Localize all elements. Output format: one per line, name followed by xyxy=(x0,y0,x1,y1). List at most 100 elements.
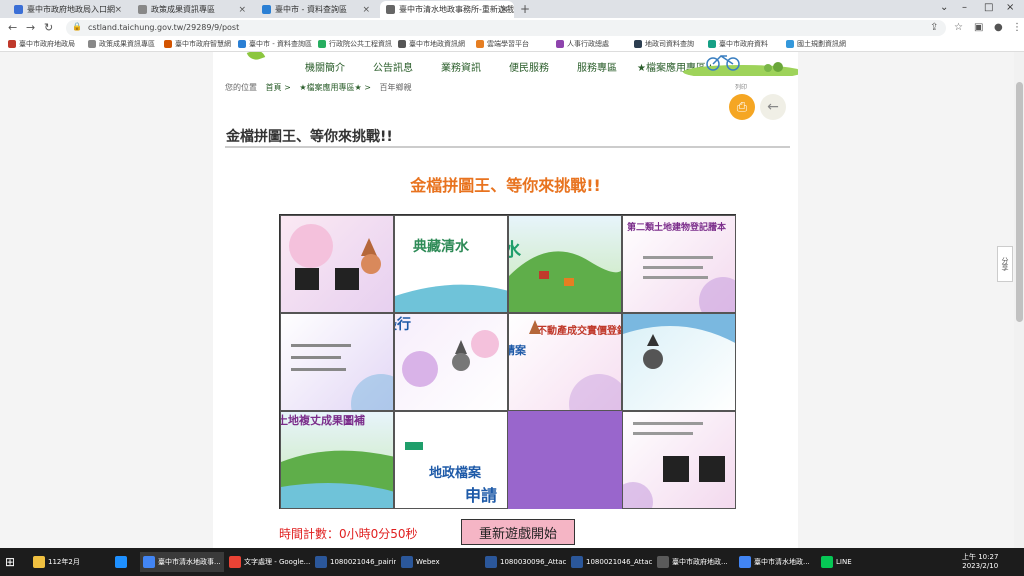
puzzle-piece[interactable]: 典藏清水 xyxy=(394,215,508,313)
nav-item[interactable]: 便民服務 xyxy=(509,59,549,74)
breadcrumb-link[interactable]: 首頁 > xyxy=(266,83,291,92)
windows-logo-icon: ⊞ xyxy=(5,555,16,569)
share-button[interactable]: 分享 xyxy=(997,246,1013,282)
taskbar-item[interactable]: 臺中市清水地政事... xyxy=(140,552,224,572)
share-icon[interactable]: ⇪ xyxy=(930,22,938,33)
bookmark-item[interactable]: 雲端學習平台 xyxy=(476,39,529,49)
menu-icon[interactable]: ⋮ xyxy=(1012,22,1022,33)
bookmark-icon xyxy=(88,40,96,48)
lock-icon[interactable]: 🔒 xyxy=(72,22,82,31)
bookmark-item[interactable]: 臺中市政府智慧網 xyxy=(164,39,231,49)
breadcrumb-current: 百年鄉親 xyxy=(379,83,412,92)
taskbar-label: 臺中市清水地政事... xyxy=(158,558,221,566)
bookmark-item[interactable]: 行政院公共工程資訊 xyxy=(318,39,392,49)
taskbar-item[interactable]: Webex xyxy=(398,552,478,572)
taskbar-item[interactable]: 1080021046_Attac... xyxy=(568,552,652,572)
bookmark-label: 臺中市政府地政局 xyxy=(19,40,75,48)
maximize-icon[interactable]: □ xyxy=(984,2,993,13)
bookmark-icon xyxy=(786,40,794,48)
system-clock[interactable]: 上午 10:27 2023/2/10 xyxy=(962,553,998,571)
nav-item[interactable]: 業務資訊 xyxy=(441,59,481,74)
star-icon[interactable]: ☆ xyxy=(954,22,963,33)
bookmark-icon xyxy=(556,40,564,48)
print-button[interactable]: ⎙ xyxy=(729,94,755,120)
bookmark-item[interactable]: 人事行政總處 xyxy=(556,39,609,49)
edge-icon xyxy=(115,556,127,568)
url-input[interactable]: cstland.taichung.gov.tw/29289/9/post xyxy=(66,20,946,36)
bookmark-icon xyxy=(318,40,326,48)
profile-icon[interactable]: ● xyxy=(994,22,1003,33)
bookmark-item[interactable]: 臺中市地政資訊網 xyxy=(398,39,465,49)
puzzle-piece[interactable] xyxy=(280,313,394,411)
nav-item[interactable]: 服務專區 xyxy=(577,59,617,74)
nav-item[interactable]: 公告訊息 xyxy=(373,59,413,74)
piece-illustration xyxy=(281,450,393,508)
puzzle-empty-slot[interactable] xyxy=(508,411,622,509)
puzzle-piece[interactable]: 地政檔案 申請 xyxy=(394,411,508,509)
game-title: 金檔拼圖王、等你來挑戰!! xyxy=(410,176,601,195)
breadcrumb-label: 您的位置 xyxy=(225,83,257,92)
puzzle-piece[interactable]: 清水 xyxy=(508,215,622,313)
start-button[interactable]: ⊞ xyxy=(2,552,26,572)
taskbar-item[interactable]: 1080030096_Attac... xyxy=(482,552,566,572)
taskbar-item[interactable]: 112年2月 xyxy=(30,552,108,572)
sidebar-icon[interactable]: ▣ xyxy=(974,22,983,33)
bookmark-label: 雲端學習平台 xyxy=(487,40,529,48)
game-timer: 時間計數：0小時0分50秒 xyxy=(279,527,418,541)
page-title: 金檔拼圖王、等你來挑戰!! xyxy=(226,129,393,145)
tab-2[interactable]: 政策成果資訊專區 × xyxy=(132,1,252,18)
puzzle-piece[interactable] xyxy=(622,313,736,411)
tab-label: 臺中市清水地政事務所-重新遊戲開始 xyxy=(399,5,514,14)
content-page: 機關簡介 公告訊息 業務資訊 便民服務 服務專區 ★檔案應用專區★ 您的位置 首… xyxy=(213,52,798,548)
browser-tab-strip: 臺中市政府地政局入口網 × 政策成果資訊專區 × 臺中市 - 資料查詢區 × 臺… xyxy=(0,0,1024,18)
taskbar-item[interactable]: LINE xyxy=(818,552,868,572)
puzzle-piece[interactable]: 等我最行 xyxy=(394,313,508,411)
favicon-icon xyxy=(138,5,147,14)
taskbar-item[interactable]: 文字處理 - Google... xyxy=(226,552,310,572)
puzzle-piece[interactable] xyxy=(280,215,394,313)
tab-active[interactable]: 臺中市清水地政事務所-重新遊戲開始 × xyxy=(380,1,514,18)
taskbar-item[interactable]: 1080021046_pairin... xyxy=(312,552,396,572)
taskbar-label: 臺中市政府地政... xyxy=(672,558,728,566)
page-scrollbar[interactable] xyxy=(1014,52,1024,548)
tab-1[interactable]: 臺中市政府地政局入口網 × xyxy=(8,1,128,18)
restart-game-button[interactable]: 重新遊戲開始 xyxy=(461,519,575,545)
bookmark-item[interactable]: 臺中市政府資料 xyxy=(708,39,768,49)
minimize-icon[interactable]: – xyxy=(962,2,967,13)
breadcrumb-link[interactable]: ★檔案應用專區★ > xyxy=(299,83,371,92)
close-icon[interactable]: × xyxy=(114,5,122,15)
tab-label: 臺中市政府地政局入口網 xyxy=(27,5,115,14)
reload-icon[interactable]: ↻ xyxy=(44,21,53,34)
close-icon[interactable]: × xyxy=(500,5,508,15)
close-window-icon[interactable]: × xyxy=(1006,2,1014,13)
forward-arrow-icon[interactable]: → xyxy=(26,21,35,34)
bookmark-item[interactable]: 政策成果資訊專區 xyxy=(88,39,155,49)
taskbar-label: 臺中市清水地政... xyxy=(754,558,810,566)
puzzle-piece[interactable]: 土地登記申請案 不動產成交實價登錄申 xyxy=(508,313,622,411)
back-button[interactable]: ← xyxy=(760,94,786,120)
bookmark-item[interactable]: 臺中市 - 資料查詢區 xyxy=(238,39,312,49)
close-icon[interactable]: × xyxy=(238,5,246,15)
piece-illustration xyxy=(623,422,725,508)
taskbar-item[interactable]: 臺中市政府地政... xyxy=(654,552,734,572)
favicon-icon xyxy=(262,5,271,14)
puzzle-piece[interactable] xyxy=(622,411,736,509)
chevron-down-icon[interactable]: ⌄ xyxy=(940,2,948,13)
back-arrow-icon[interactable]: ← xyxy=(8,21,17,34)
taskbar-item[interactable]: 臺中市清水地政... xyxy=(736,552,816,572)
tab-3[interactable]: 臺中市 - 資料查詢區 × xyxy=(256,1,376,18)
bookmark-label: 臺中市 - 資料查詢區 xyxy=(249,40,312,48)
bookmark-item[interactable]: 地政司資料查詢 xyxy=(634,39,694,49)
bookmark-icon xyxy=(708,40,716,48)
bookmark-item[interactable]: 國土規劃資訊網 xyxy=(786,39,846,49)
close-icon[interactable]: × xyxy=(362,5,370,15)
taskbar-label: Webex xyxy=(416,558,440,566)
puzzle-piece[interactable]: 第二類土地建物登記謄本 xyxy=(622,215,736,313)
scrollbar-thumb[interactable] xyxy=(1016,82,1023,322)
bookmark-item[interactable]: 臺中市政府地政局 xyxy=(8,39,75,49)
chrome-icon xyxy=(229,556,241,568)
taskbar-item[interactable] xyxy=(112,552,136,572)
puzzle-piece[interactable]: 土地複丈成果圖補 xyxy=(280,411,394,509)
nav-item[interactable]: 機關簡介 xyxy=(305,59,345,74)
new-tab-button[interactable]: + xyxy=(520,2,530,16)
